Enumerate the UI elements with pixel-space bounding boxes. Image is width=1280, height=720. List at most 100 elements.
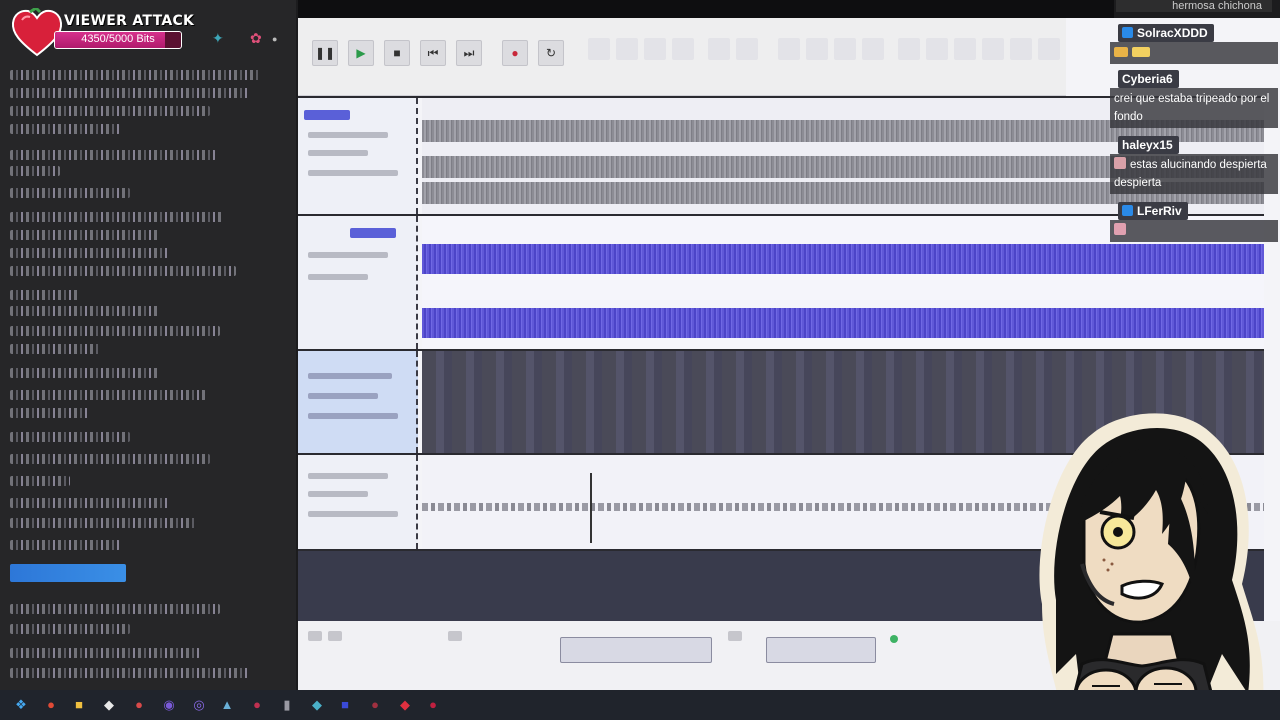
small-control[interactable] bbox=[448, 631, 462, 641]
chat-line bbox=[10, 212, 224, 222]
emote-icon bbox=[1114, 157, 1126, 169]
chat-line bbox=[10, 368, 160, 378]
toolbar-tool-icon[interactable] bbox=[1038, 38, 1060, 60]
chat-username: LFerRiv bbox=[1118, 202, 1188, 220]
track-header[interactable] bbox=[298, 216, 418, 349]
toolbar-tool-icon[interactable] bbox=[806, 38, 828, 60]
track-control[interactable] bbox=[308, 473, 388, 479]
toolbar-tool-icon[interactable] bbox=[736, 38, 758, 60]
track-control[interactable] bbox=[308, 132, 388, 138]
taskbar-app-icon[interactable]: ● bbox=[42, 697, 60, 713]
chat-line bbox=[10, 306, 160, 316]
taskbar-app-icon[interactable]: ● bbox=[424, 697, 442, 713]
taskbar-app-icon[interactable]: ● bbox=[130, 697, 148, 713]
track-control[interactable] bbox=[308, 150, 368, 156]
selection-start-field[interactable] bbox=[560, 637, 712, 663]
chat-line bbox=[10, 188, 130, 198]
toolbar-tool-icon[interactable] bbox=[616, 38, 638, 60]
skip-end-button[interactable]: ⏭ bbox=[456, 40, 482, 66]
playhead-cursor[interactable] bbox=[590, 473, 592, 543]
top-strip bbox=[298, 0, 1114, 18]
waveform bbox=[422, 308, 1264, 338]
toolbar-tool-icon[interactable] bbox=[588, 38, 610, 60]
small-control[interactable] bbox=[308, 631, 322, 641]
taskbar-app-icon[interactable]: ▲ bbox=[218, 697, 236, 713]
stop-button[interactable]: ■ bbox=[384, 40, 410, 66]
taskbar-app-icon[interactable]: ◎ bbox=[190, 697, 208, 713]
taskbar-app-icon[interactable]: ■ bbox=[70, 697, 88, 713]
emote-icon bbox=[1114, 47, 1128, 57]
chat-line bbox=[10, 390, 206, 400]
chat-line bbox=[10, 290, 80, 300]
toolbar-tool-icon[interactable] bbox=[898, 38, 920, 60]
taskbar-app-icon[interactable]: ● bbox=[248, 697, 266, 713]
chat-line bbox=[10, 124, 120, 134]
taskbar-app-icon[interactable]: ◉ bbox=[160, 697, 178, 713]
chat-badge-icon bbox=[1122, 205, 1133, 216]
track-control[interactable] bbox=[308, 511, 398, 517]
taskbar-app-icon[interactable]: ◆ bbox=[100, 697, 118, 713]
toolbar-tool-icon[interactable] bbox=[778, 38, 800, 60]
ribbon-icon: ✿ bbox=[250, 30, 262, 46]
track-control[interactable] bbox=[308, 491, 368, 497]
dots-icon: ● bbox=[272, 34, 278, 44]
toolbar-tool-icon[interactable] bbox=[672, 38, 694, 60]
selection-end-field[interactable] bbox=[766, 637, 876, 663]
chat-line bbox=[10, 518, 196, 528]
track-control[interactable] bbox=[308, 252, 388, 258]
track-control[interactable] bbox=[308, 393, 378, 399]
chat-line bbox=[10, 476, 70, 486]
bits-progress-text: 4350/5000 Bits bbox=[81, 33, 155, 45]
taskbar-app-icon[interactable]: ❖ bbox=[12, 697, 30, 713]
taskbar-app-icon[interactable]: ◆ bbox=[308, 697, 326, 713]
track-control[interactable] bbox=[308, 413, 398, 419]
chat-line bbox=[10, 540, 120, 550]
pause-button[interactable]: ❚❚ bbox=[312, 40, 338, 66]
taskbar-app-icon[interactable]: ● bbox=[366, 697, 384, 713]
toolbar-tool-icon[interactable] bbox=[644, 38, 666, 60]
chat-username: Cyberia6 bbox=[1118, 70, 1179, 88]
track-header[interactable] bbox=[298, 455, 418, 549]
taskbar-app-icon[interactable]: ▮ bbox=[278, 697, 296, 713]
chat-username: SolracXDDD bbox=[1118, 24, 1214, 42]
toolbar-tool-icon[interactable] bbox=[708, 38, 730, 60]
small-control[interactable] bbox=[728, 631, 742, 641]
track-header[interactable] bbox=[298, 351, 418, 453]
chat-username: haleyx15 bbox=[1118, 136, 1179, 154]
taskbar-app-icon[interactable]: ◆ bbox=[396, 697, 414, 713]
track-control[interactable] bbox=[308, 373, 392, 379]
chat-line bbox=[10, 498, 170, 508]
toolbar-tool-icon[interactable] bbox=[862, 38, 884, 60]
chat-line bbox=[10, 248, 170, 258]
toolbar-tool-icon[interactable] bbox=[982, 38, 1004, 60]
stream-screen: VIEWER ATTACK 4350/5000 Bits ✦ ✿ ● ❚❚ ▶ … bbox=[0, 0, 1280, 720]
track-control[interactable] bbox=[308, 274, 368, 280]
track-header[interactable] bbox=[298, 98, 418, 214]
emote-icon bbox=[1114, 223, 1126, 235]
chat-message-body: crei que estaba tripeado por el fondo bbox=[1110, 88, 1278, 128]
toolbar-tool-icon[interactable] bbox=[1010, 38, 1032, 60]
skip-start-button[interactable]: ⏮ bbox=[420, 40, 446, 66]
play-button[interactable]: ▶ bbox=[348, 40, 374, 66]
chat-message-body: estas alucinando despierta despierta bbox=[1110, 154, 1278, 194]
taskbar: ❖ ● ■ ◆ ● ◉ ◎ ▲ ● ▮ ◆ ■ ● ◆ ● bbox=[0, 690, 1280, 720]
waveform bbox=[422, 244, 1264, 274]
toolbar-tool-icon[interactable] bbox=[954, 38, 976, 60]
track-name-pill bbox=[304, 110, 350, 120]
chat-line bbox=[10, 266, 236, 276]
chat-line bbox=[10, 150, 216, 160]
small-control[interactable] bbox=[328, 631, 342, 641]
track-control[interactable] bbox=[308, 170, 398, 176]
toolbar-tool-icon[interactable] bbox=[834, 38, 856, 60]
taskbar-app-icon[interactable]: ■ bbox=[336, 697, 354, 713]
toolbar-tool-icon[interactable] bbox=[926, 38, 948, 60]
chat-username-text: LFerRiv bbox=[1137, 204, 1182, 218]
chat-previous-message: hermosa chichona bbox=[1116, 0, 1272, 12]
loop-button[interactable]: ↻ bbox=[538, 40, 564, 66]
stream-chat-overlay: hermosa chichona SolracXDDD Cyberia6 cre… bbox=[1108, 0, 1280, 245]
chat-line bbox=[10, 70, 260, 80]
emote-icon bbox=[1132, 47, 1150, 57]
viewer-attack-title: VIEWER ATTACK bbox=[64, 13, 195, 29]
record-button[interactable]: ● bbox=[502, 40, 528, 66]
chat-line bbox=[10, 668, 250, 678]
